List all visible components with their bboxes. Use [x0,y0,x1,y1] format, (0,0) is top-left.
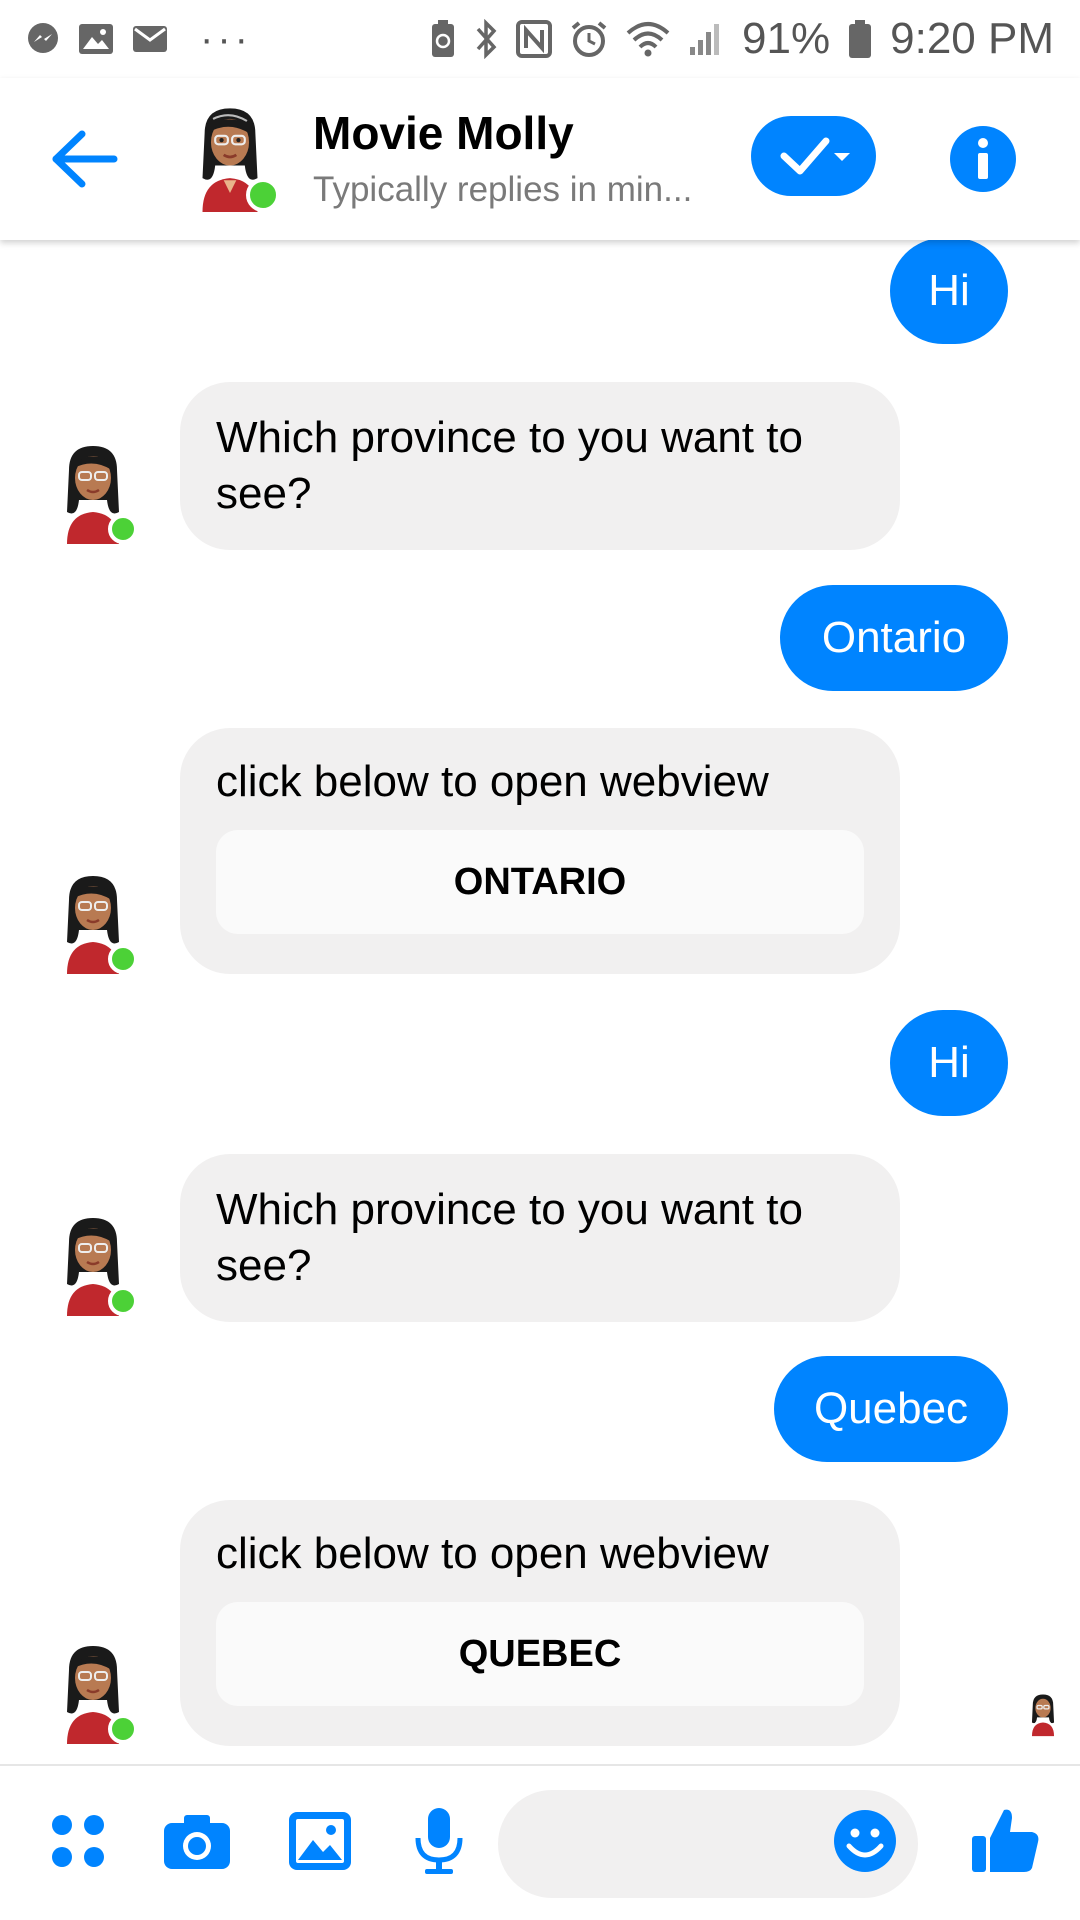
contact-name[interactable]: Movie Molly [313,106,574,160]
avatar[interactable] [180,102,280,212]
info-icon[interactable] [950,126,1016,192]
messenger-icon [26,22,60,56]
wifi-icon [626,21,670,57]
clock: 9:20 PM [890,14,1054,63]
incoming-message: Which province to you want to see? [180,382,900,550]
bluetooth-icon [474,19,498,59]
response-time: Typically replies in min... [313,170,693,209]
incoming-message: Which province to you want to see? [180,1154,900,1322]
card-text: click below to open webview [216,1529,769,1578]
camera-icon[interactable] [162,1806,232,1876]
photo-icon[interactable] [285,1806,355,1876]
more-dots-icon: ··· [200,16,252,61]
message-list[interactable]: Hi Which province to you want to see? On… [0,240,1080,1764]
online-indicator [108,1286,138,1316]
online-indicator [246,178,280,212]
image-icon [78,23,114,55]
incoming-card-message: click below to open webview ONTARIO [180,728,900,974]
webview-button-quebec[interactable]: QUEBEC [216,1602,864,1706]
signal-icon [688,21,724,57]
bot-avatar [52,870,138,974]
bot-avatar [52,1640,138,1744]
verified-dropdown-button[interactable] [751,116,876,196]
status-bar: ··· 91% 9:20 PM [0,0,1080,78]
battery-percent: 91% [742,14,831,63]
alarm-icon [570,20,608,58]
emoji-icon[interactable] [832,1808,898,1874]
webview-button-ontario[interactable]: ONTARIO [216,830,864,934]
thumbs-up-icon[interactable] [966,1800,1046,1880]
back-arrow-icon[interactable] [44,124,124,194]
battery-icon [848,19,872,59]
outgoing-message: Quebec [774,1356,1008,1462]
outgoing-message: Hi [890,240,1008,344]
apps-icon[interactable] [43,1806,113,1876]
card-text: click below to open webview [216,757,769,806]
mail-icon [132,25,168,53]
outgoing-message: Ontario [780,585,1008,691]
incoming-card-message: click below to open webview QUEBEC [180,1500,900,1746]
nfc-icon [516,20,553,58]
online-indicator [108,1714,138,1744]
online-indicator [108,944,138,974]
composer-bar [0,1764,1080,1920]
microphone-icon[interactable] [404,1806,474,1876]
outgoing-message: Hi [890,1010,1008,1116]
bot-avatar [52,1212,138,1316]
conversation-header: Movie Molly Typically replies in min... [0,78,1080,240]
battery-saver-icon [430,19,456,59]
read-receipt-avatar [1026,1691,1060,1737]
bot-avatar [52,440,138,544]
online-indicator [108,514,138,544]
